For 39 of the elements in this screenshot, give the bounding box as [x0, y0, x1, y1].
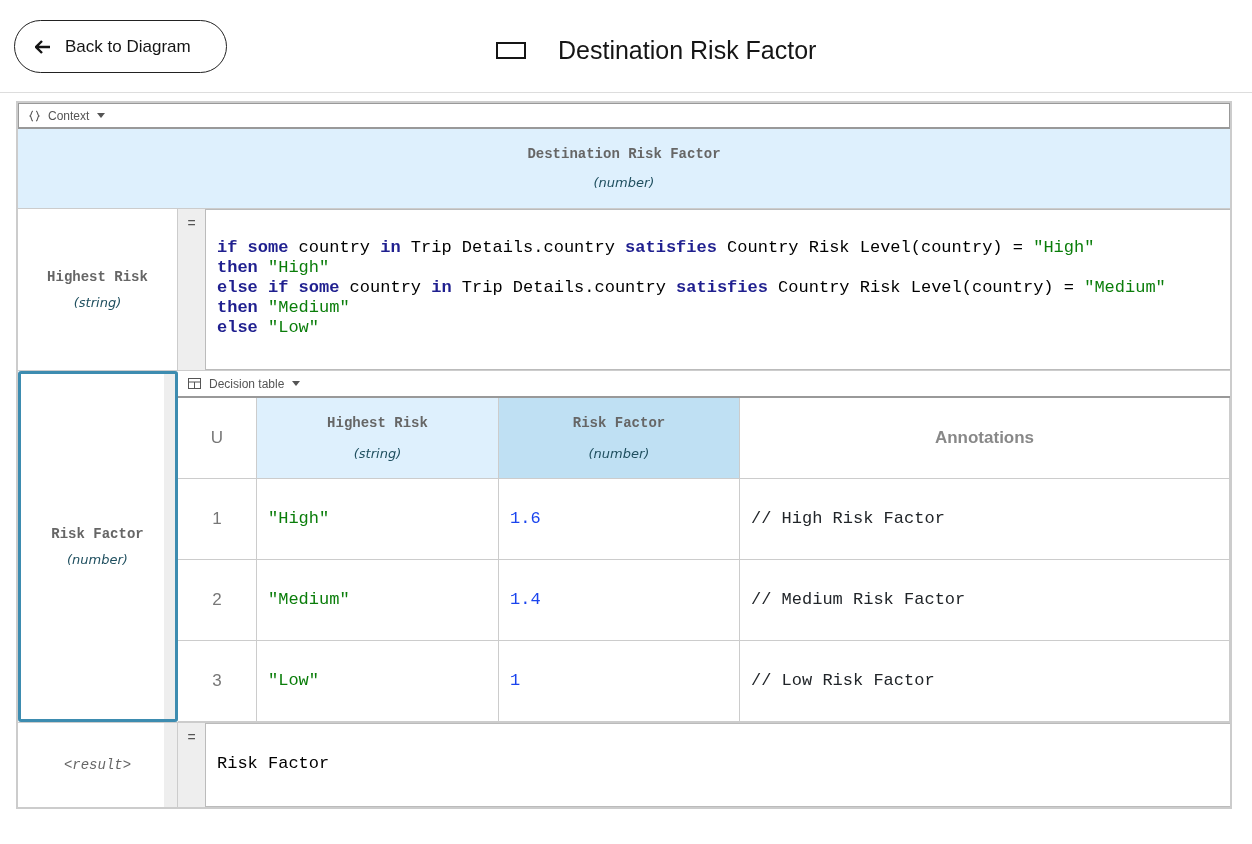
header-name: Destination Risk Factor	[527, 145, 721, 165]
column-name: Risk Factor	[572, 413, 666, 433]
caret-icon	[97, 113, 106, 118]
back-button[interactable]: Back to Diagram	[14, 20, 227, 73]
table-cell[interactable]: // High Risk Factor	[740, 479, 1230, 560]
equals-icon: =	[178, 723, 205, 807]
table-cell[interactable]: 1.4	[499, 560, 740, 641]
row-number: 2	[178, 560, 257, 641]
back-arrow-icon	[35, 39, 51, 54]
header-type: (number)	[593, 174, 655, 193]
entry-type: (string)	[73, 293, 122, 312]
result-expression[interactable]: Risk Factor	[205, 723, 1230, 807]
entry-name-cell[interactable]: Risk Factor (number)	[18, 371, 178, 722]
rectangle-icon	[496, 42, 526, 60]
equals-icon: =	[178, 209, 205, 370]
entry-name: Risk Factor	[51, 524, 144, 544]
column-type: (string)	[353, 444, 402, 463]
column-type: (number)	[588, 444, 650, 463]
column-name: Highest Risk	[327, 413, 428, 433]
column-header[interactable]: Annotations	[740, 398, 1230, 479]
table-cell[interactable]: 1	[499, 641, 740, 722]
result-name: <result>	[63, 755, 132, 775]
entry-name: Highest Risk	[47, 267, 148, 287]
braces-icon	[29, 109, 40, 122]
row-number: 3	[178, 641, 257, 722]
row-number: 1	[178, 479, 257, 560]
column-header[interactable]: Risk Factor (number)	[499, 398, 740, 479]
entry-type: (number)	[67, 550, 128, 569]
page-title: Destination Risk Factor	[558, 35, 817, 66]
table-cell[interactable]: // Low Risk Factor	[740, 641, 1230, 722]
table-icon	[188, 378, 201, 389]
table-cell[interactable]: "High"	[257, 479, 499, 560]
table-cell[interactable]: "Low"	[257, 641, 499, 722]
code-expression[interactable]: if some country in Trip Details.country satisfies Country Risk Level(country) = "High" then "High" else if some country in Trip Details.country satisfies Country Risk Level(country) = "Medium" then "Medium" else "Low"	[205, 209, 1230, 370]
table-cell[interactable]: "Medium"	[257, 560, 499, 641]
column-header[interactable]: Highest Risk (string)	[257, 398, 499, 479]
table-cell[interactable]: // Medium Risk Factor	[740, 560, 1230, 641]
table-cell[interactable]: 1.6	[499, 479, 740, 560]
caret-icon	[292, 381, 301, 386]
